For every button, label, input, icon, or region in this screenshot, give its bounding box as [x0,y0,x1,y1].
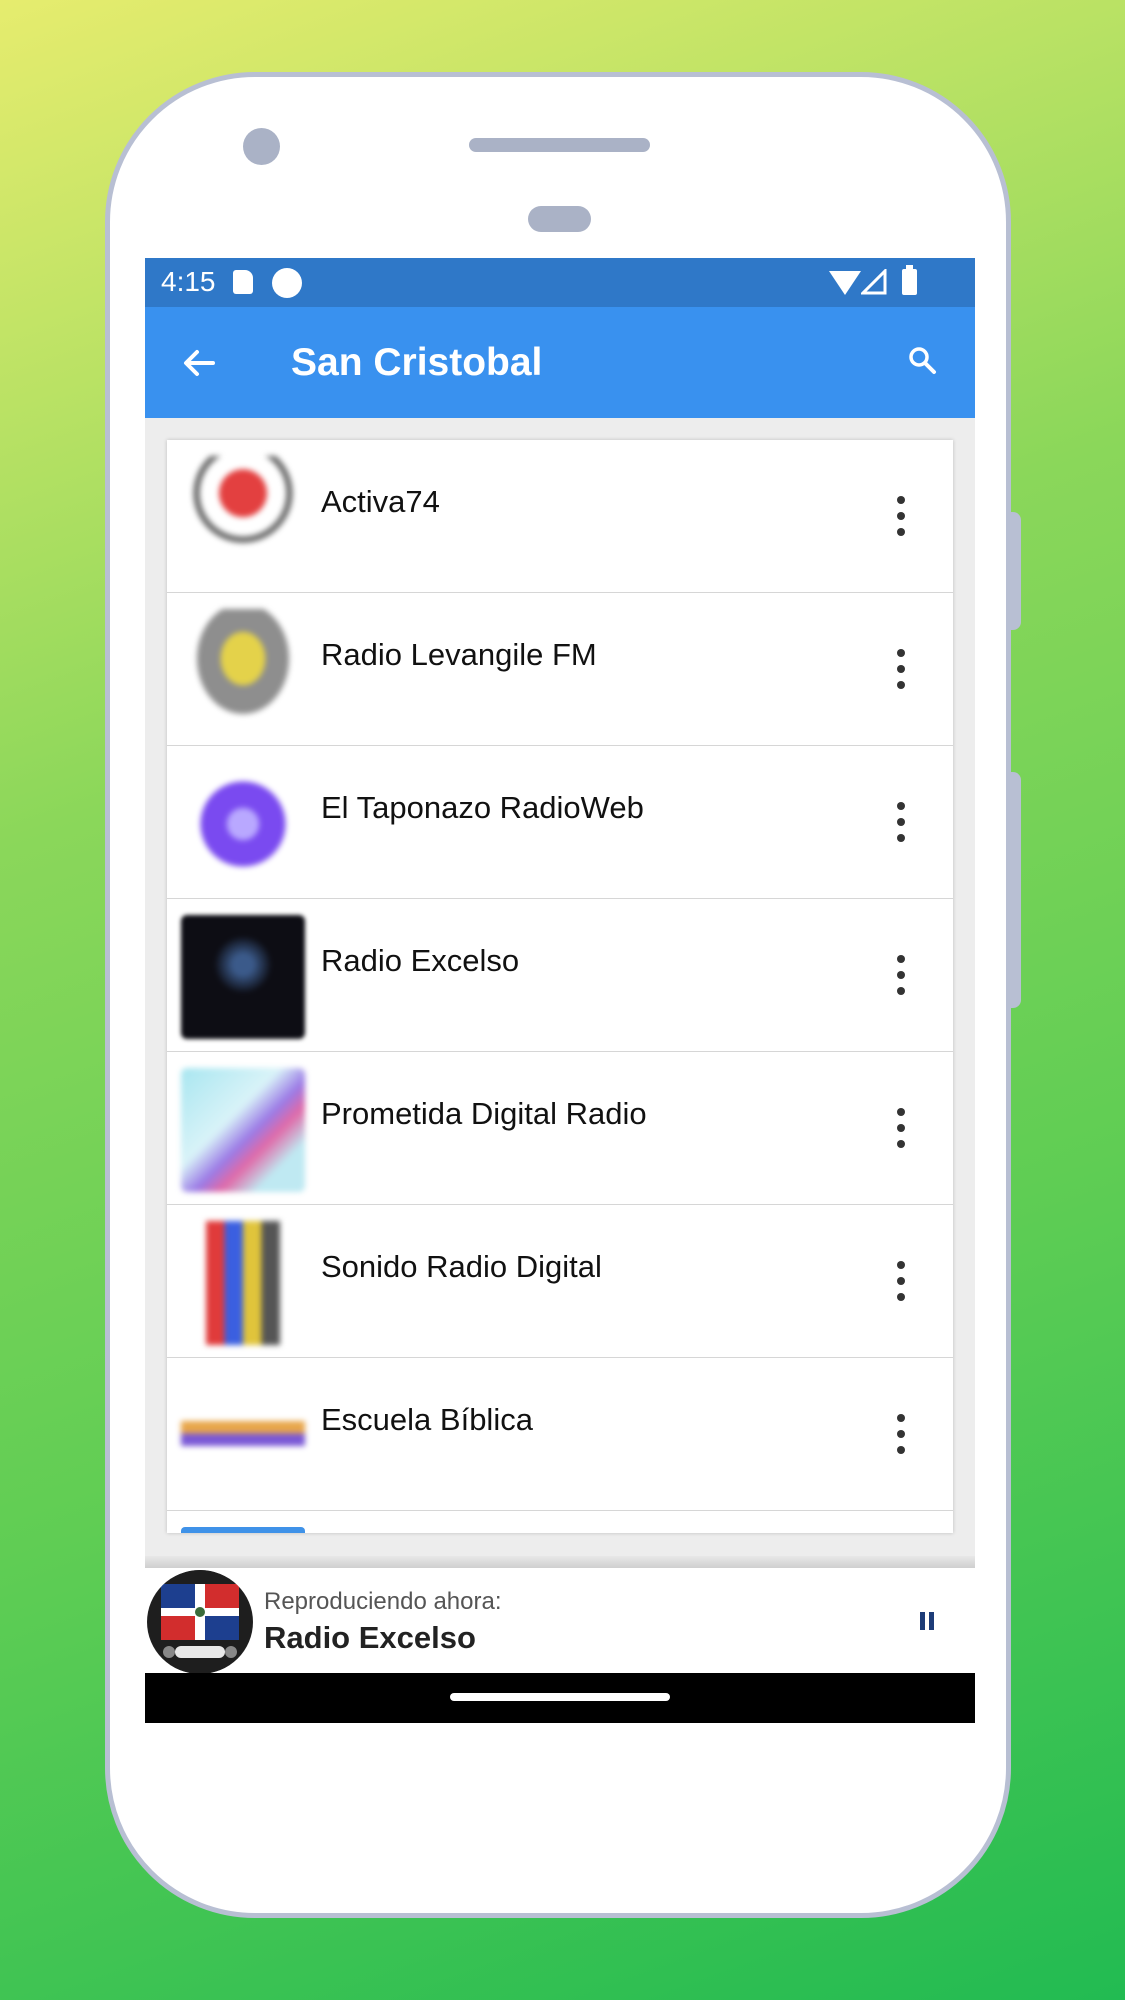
phone-side-button-lower [1009,772,1021,1008]
list-item[interactable]: Escuela Bíblica [167,1358,953,1511]
more-vert-icon[interactable] [897,1108,905,1148]
station-logo [181,915,305,1039]
station-logo [181,456,305,580]
list-item[interactable]: Sonido Radio Digital [167,1205,953,1358]
battery-icon [902,265,917,295]
proximity-sensor [528,206,591,232]
list-item[interactable]: Radio Excelso [167,899,953,1052]
more-vert-icon[interactable] [897,955,905,995]
more-vert-icon[interactable] [897,496,905,536]
station-name: Sonido Radio Digital [321,1249,602,1284]
wifi-icon [829,271,861,295]
circle-icon [272,268,302,298]
now-playing-label: Reproduciendo ahora: [264,1588,502,1615]
back-arrow-icon[interactable] [179,343,219,383]
cell-signal-icon [861,269,887,295]
list-item[interactable]: Prometida Digital Radio [167,1052,953,1205]
station-name: Activa74 [321,484,440,519]
station-logo [181,1221,305,1345]
station-logo [181,762,305,886]
list-item[interactable]: Radio Levangile FM [167,593,953,746]
list-item[interactable] [167,1511,953,1533]
page-title: San Cristobal [291,341,543,384]
station-name: Radio Levangile FM [321,637,597,672]
earpiece-speaker [469,138,650,152]
station-logo [181,1068,305,1192]
more-vert-icon[interactable] [897,1261,905,1301]
now-playing-station: Radio Excelso [264,1620,476,1655]
more-vert-icon[interactable] [897,802,905,842]
home-gesture-pill[interactable] [450,1693,670,1701]
station-logo [181,609,305,733]
system-nav-bar [145,1673,975,1723]
station-name: Escuela Bíblica [321,1402,533,1437]
sd-card-icon [233,270,253,294]
list-item[interactable]: El Taponazo RadioWeb [167,746,953,899]
station-name: El Taponazo RadioWeb [321,790,644,825]
more-vert-icon[interactable] [897,1414,905,1454]
more-vert-icon[interactable] [897,649,905,689]
now-playing-bar[interactable]: Reproduciendo ahora: Radio Excelso [145,1568,975,1674]
search-icon[interactable] [907,345,937,375]
front-camera [243,128,280,165]
station-logo [181,1374,305,1498]
pause-icon[interactable] [920,1612,934,1630]
station-name: Radio Excelso [321,943,520,978]
status-bar: 4:15 [145,258,975,307]
phone-side-button-upper [1009,512,1021,630]
now-playing-logo [147,1570,253,1674]
app-bar: San Cristobal [145,307,975,418]
status-time: 4:15 [161,266,216,297]
station-name: Prometida Digital Radio [321,1096,647,1131]
player-divider [145,1556,975,1568]
list-item[interactable]: Activa74 [167,440,953,593]
app-screen: 4:15 San Cristobal Activa74 Radio Levang… [145,258,975,1723]
station-logo [181,1527,305,1533]
station-list[interactable]: Activa74 Radio Levangile FM El Taponazo … [167,440,953,1533]
